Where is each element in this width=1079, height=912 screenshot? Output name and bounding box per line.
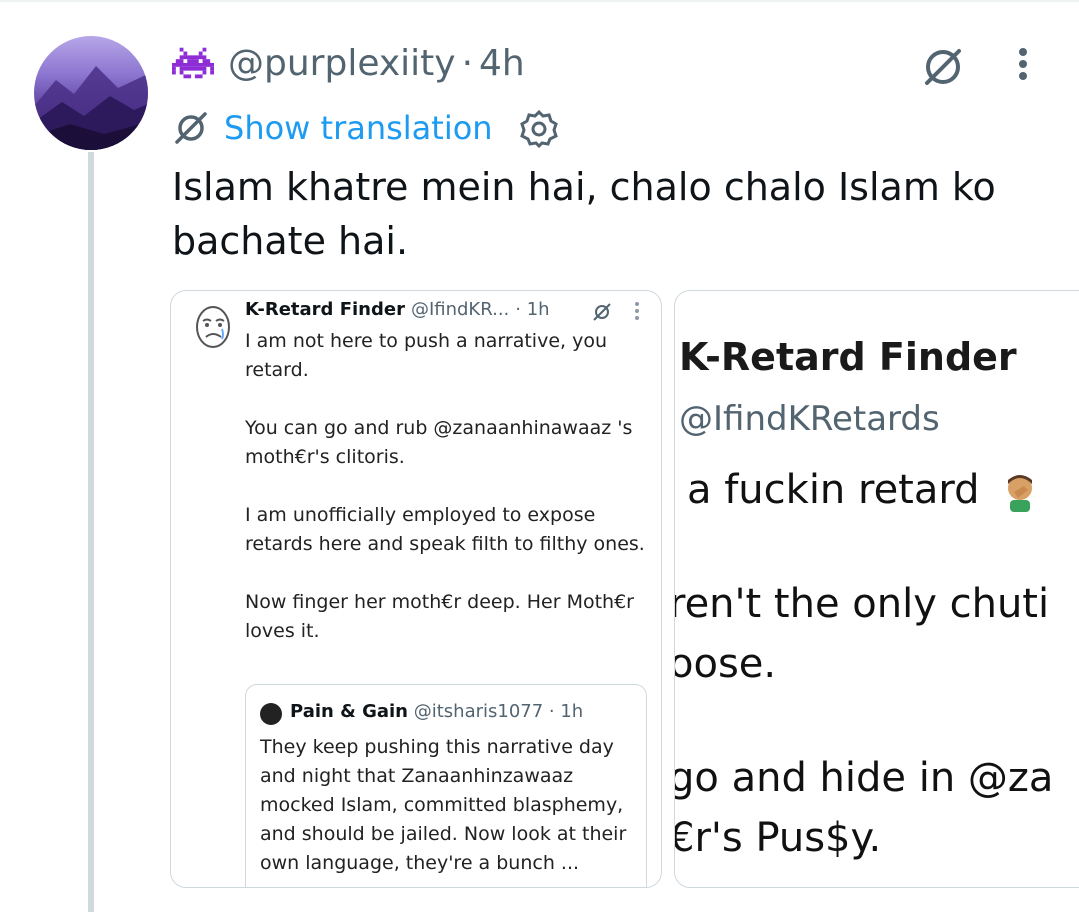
author-handle[interactable]: @purplexiity [228,43,456,84]
quoted-avatar [260,703,282,725]
quoted-author-handle: @itsharis1077 · 1h [413,701,584,722]
zoomed-text-line: a fuckin retard [687,467,1040,513]
embedded-time: · 1h [515,299,550,320]
wojak-avatar-icon [196,306,230,348]
top-divider [0,0,1079,2]
separator: · [461,42,474,84]
zoomed-author-handle: @IfindKRetards [679,399,940,439]
embedded-grok-icon [593,303,611,321]
embedded-more-icon [635,302,639,320]
more-icon[interactable] [1012,42,1034,92]
embedded-author-name: K-Retard Finder [245,299,405,320]
embedded-paragraph: Now finger her moth€r deep. Her Moth€r l… [245,591,634,642]
thread-line [88,152,94,912]
zoomed-text-line: €r's Pus$y. [674,815,882,861]
zoomed-text-line: ren't the only chuti [674,581,1050,627]
zoomed-text-span: a fuckin retard [687,467,980,513]
embedded-body: I am not here to push a narrative, you r… [245,327,645,675]
zoomed-text-line: go and hide in @za [674,755,1054,801]
alien-monster-icon [172,47,214,79]
quoted-text: They keep pushing this narrative day and… [260,736,627,874]
embedded-paragraph: I am not here to push a narrative, you r… [245,330,607,381]
quoted-author-name: Pain & Gain [290,701,408,722]
embedded-author-handle: @IfindKR... [410,299,510,320]
zoomed-text-line: oose. [674,641,777,687]
zoomed-author-name: K-Retard Finder [679,335,1017,379]
avatar[interactable] [34,36,148,150]
quoted-post: Pain & Gain @itsharis1077 · 1h They keep… [245,684,647,887]
timestamp[interactable]: 4h [479,43,525,84]
grok-icon[interactable] [918,42,968,92]
embedded-paragraph: You can go and rub @zanaanhinawaaz 's mo… [245,417,633,468]
translate-row: Show translation [172,106,559,150]
facepalm-emoji-icon [1008,475,1033,512]
embedded-header: K-Retard Finder @IfindKR... · 1h [245,299,550,320]
post-text: Islam khatre mein hai, chalo chalo Islam… [172,165,996,263]
media-grid[interactable]: K-Retard Finder @IfindKR... · 1h I am no… [170,290,1079,888]
embedded-paragraph: I am unofficially employed to expose ret… [245,504,645,555]
quoted-header: Pain & Gain @itsharis1077 · 1h [290,701,583,722]
media-image-1[interactable]: K-Retard Finder @IfindKR... · 1h I am no… [170,290,662,888]
show-translation-link[interactable]: Show translation [224,109,493,147]
settings-icon[interactable] [519,108,559,148]
post-header: @purplexiity · 4h [172,38,525,88]
media-image-2[interactable]: K-Retard Finder @IfindKRetards a fuckin … [674,290,1079,888]
translate-icon [175,112,207,144]
